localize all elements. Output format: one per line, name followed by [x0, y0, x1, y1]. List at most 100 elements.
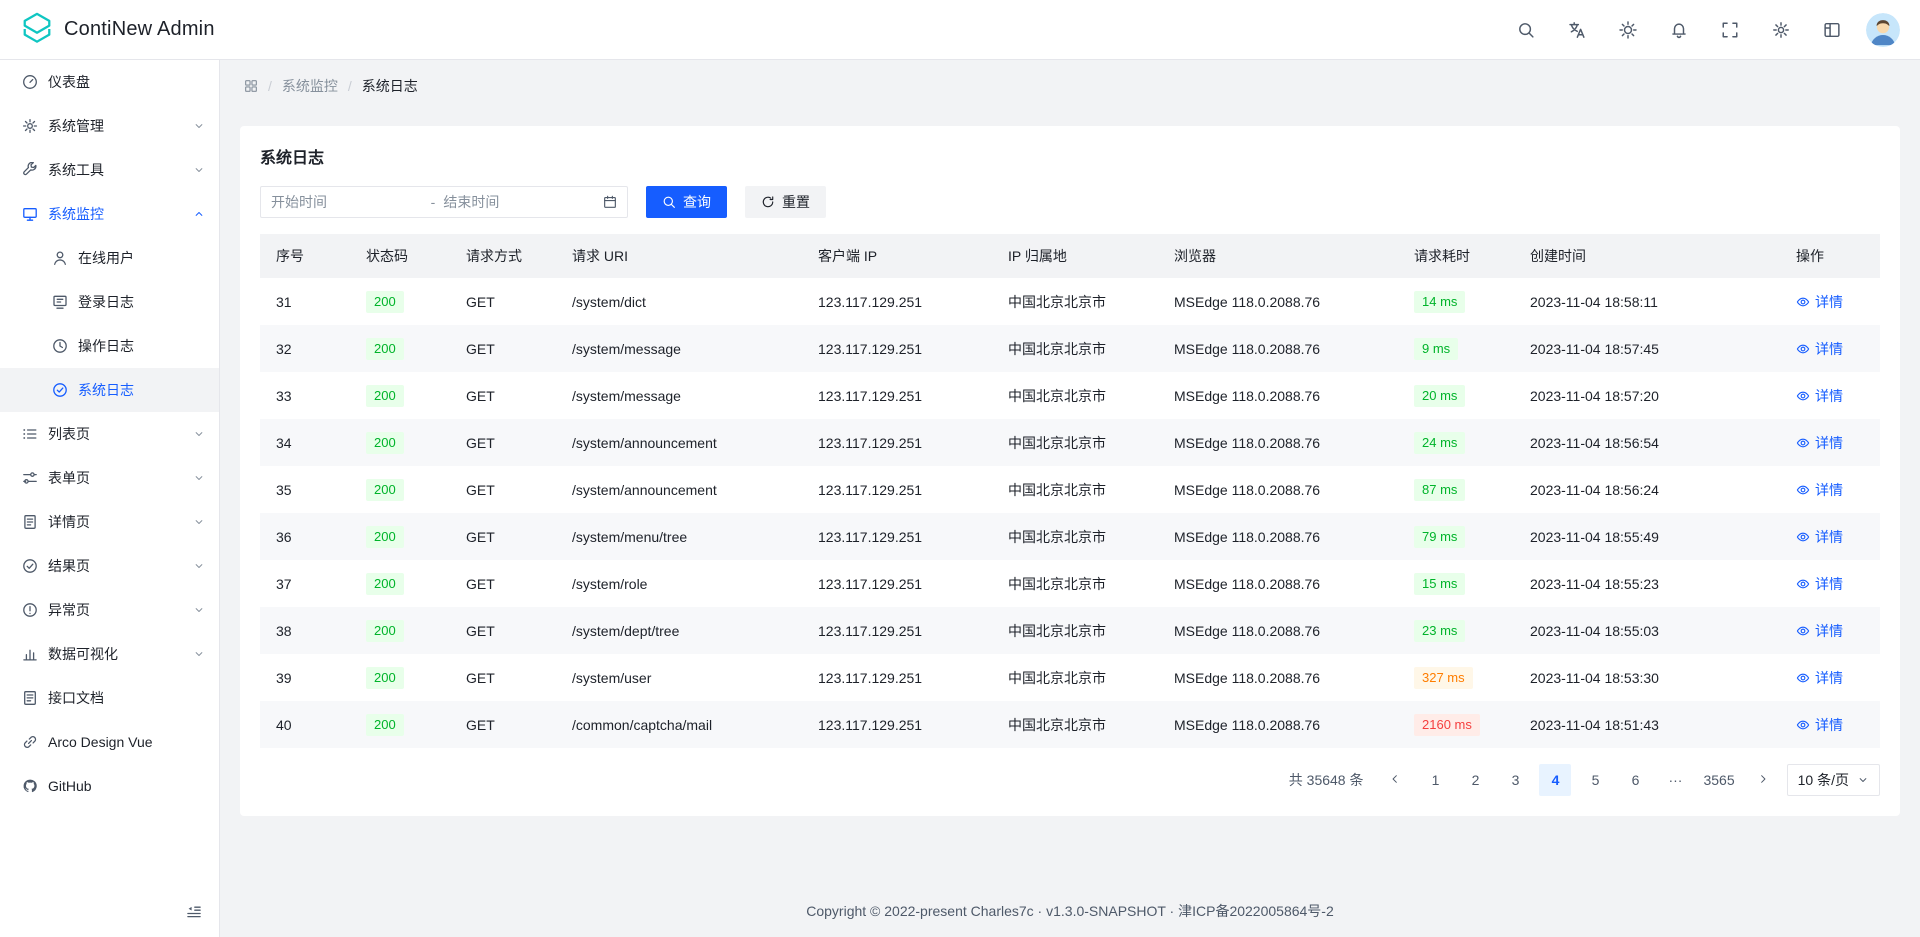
sidebar-item-api-docs[interactable]: 接口文档 [0, 676, 219, 720]
bell-icon[interactable] [1662, 13, 1696, 47]
page-title: 系统日志 [260, 144, 1880, 168]
cell-created: 2023-11-04 18:55:23 [1514, 560, 1780, 607]
sidebar-item-list-pages[interactable]: 列表页 [0, 412, 219, 456]
duration-badge: 14 ms [1414, 291, 1465, 313]
column-header-location: IP 归属地 [992, 234, 1158, 278]
sidebar-item-result-pages[interactable]: 结果页 [0, 544, 219, 588]
user-avatar[interactable] [1866, 13, 1900, 47]
page-button-6[interactable]: 6 [1619, 764, 1651, 796]
sidebar-item-system-monitor[interactable]: 系统监控 [0, 192, 219, 236]
sidebar-item-label: GitHub [48, 778, 205, 794]
status-badge: 200 [366, 291, 404, 313]
prev-page-button[interactable] [1379, 764, 1411, 796]
fullscreen-icon[interactable] [1713, 13, 1747, 47]
sidebar-item-data-visualization[interactable]: 数据可视化 [0, 632, 219, 676]
page-button-3[interactable]: 3 [1499, 764, 1531, 796]
cell-status: 200 [350, 372, 450, 419]
column-header-ip: 客户端 IP [802, 234, 992, 278]
cell-created: 2023-11-04 18:53:30 [1514, 654, 1780, 701]
cell-ip: 123.117.129.251 [802, 701, 992, 748]
breadcrumb-item[interactable]: 系统监控 [282, 76, 338, 96]
brand[interactable]: ContiNew Admin [20, 11, 215, 48]
cell-duration: 327 ms [1398, 654, 1514, 701]
log-row: 31200GET/system/dict123.117.129.251中国北京北… [260, 278, 1880, 325]
detail-link[interactable]: 详情 [1796, 527, 1843, 547]
sidebar-item-system-tools[interactable]: 系统工具 [0, 148, 219, 192]
cell-uri: /system/role [556, 560, 802, 607]
detail-link[interactable]: 详情 [1796, 292, 1843, 312]
cell-created: 2023-11-04 18:58:11 [1514, 278, 1780, 325]
page-button-3565[interactable]: 3565 [1699, 764, 1738, 796]
sidebar-item-login-logs[interactable]: 登录日志 [0, 280, 219, 324]
detail-link[interactable]: 详情 [1796, 386, 1843, 406]
page-button-1[interactable]: 1 [1419, 764, 1451, 796]
sidebar-item-arco-design-vue[interactable]: Arco Design Vue [0, 720, 219, 764]
log-row: 32200GET/system/message123.117.129.251中国… [260, 325, 1880, 372]
audit-icon [52, 382, 68, 398]
login-log-icon [52, 294, 68, 310]
cell-method: GET [450, 560, 556, 607]
sidebar-item-operation-logs[interactable]: 操作日志 [0, 324, 219, 368]
sidebar-item-exception-pages[interactable]: 异常页 [0, 588, 219, 632]
page-size-select[interactable]: 10 条/页 [1787, 764, 1880, 796]
sidebar-item-github[interactable]: GitHub [0, 764, 219, 808]
status-badge: 200 [366, 479, 404, 501]
detail-link[interactable]: 详情 [1796, 339, 1843, 359]
detail-link[interactable]: 详情 [1796, 574, 1843, 594]
cell-id: 35 [260, 466, 350, 513]
sidebar-item-form-pages[interactable]: 表单页 [0, 456, 219, 500]
duration-badge: 9 ms [1414, 338, 1458, 360]
collapse-sidebar-button[interactable] [181, 899, 207, 925]
cell-location: 中国北京北京市 [992, 654, 1158, 701]
gear-icon [22, 118, 38, 134]
wrench-icon [22, 162, 38, 178]
sidebar-item-label: 列表页 [48, 424, 183, 444]
cell-created: 2023-11-04 18:57:45 [1514, 325, 1780, 372]
cell-id: 40 [260, 701, 350, 748]
sidebar-item-online-users[interactable]: 在线用户 [0, 236, 219, 280]
table-header-row: 序号状态码请求方式请求 URI客户端 IPIP 归属地浏览器请求耗时创建时间操作 [260, 234, 1880, 278]
next-page-button[interactable] [1747, 764, 1779, 796]
sidebar-item-dashboard[interactable]: 仪表盘 [0, 60, 219, 104]
doc-icon [22, 690, 38, 706]
translate-icon[interactable] [1560, 13, 1594, 47]
log-row: 33200GET/system/message123.117.129.251中国… [260, 372, 1880, 419]
cell-ip: 123.117.129.251 [802, 466, 992, 513]
layout-icon[interactable] [1815, 13, 1849, 47]
gear-icon[interactable] [1764, 13, 1798, 47]
sidebar-item-detail-pages[interactable]: 详情页 [0, 500, 219, 544]
end-time-input[interactable]: 结束时间 [443, 192, 595, 212]
sidebar-item-label: 操作日志 [78, 336, 205, 356]
cell-location: 中国北京北京市 [992, 419, 1158, 466]
github-icon [22, 778, 38, 794]
sun-icon[interactable] [1611, 13, 1645, 47]
detail-link[interactable]: 详情 [1796, 621, 1843, 641]
detail-link[interactable]: 详情 [1796, 668, 1843, 688]
detail-link[interactable]: 详情 [1796, 433, 1843, 453]
detail-link[interactable]: 详情 [1796, 480, 1843, 500]
cell-uri: /system/menu/tree [556, 513, 802, 560]
query-button[interactable]: 查询 [646, 186, 727, 218]
page-button-4[interactable]: 4 [1539, 764, 1571, 796]
page-button-5[interactable]: 5 [1579, 764, 1611, 796]
detail-link[interactable]: 详情 [1796, 715, 1843, 735]
cell-status: 200 [350, 607, 450, 654]
sidebar-item-system-management[interactable]: 系统管理 [0, 104, 219, 148]
cell-method: GET [450, 466, 556, 513]
sidebar-item-system-logs[interactable]: 系统日志 [0, 368, 219, 412]
start-time-input[interactable]: 开始时间 [271, 192, 423, 212]
cell-method: GET [450, 419, 556, 466]
cell-status: 200 [350, 466, 450, 513]
reset-button[interactable]: 重置 [745, 186, 826, 218]
cell-method: GET [450, 701, 556, 748]
date-range-picker[interactable]: 开始时间 - 结束时间 [260, 186, 628, 218]
apps-grid-icon[interactable] [244, 79, 258, 93]
cell-status: 200 [350, 278, 450, 325]
sidebar: 仪表盘系统管理系统工具系统监控在线用户登录日志操作日志系统日志列表页表单页详情页… [0, 60, 220, 937]
log-row: 35200GET/system/announcement123.117.129.… [260, 466, 1880, 513]
search-icon[interactable] [1509, 13, 1543, 47]
header-actions [1509, 13, 1900, 47]
breadcrumb-item[interactable]: 系统日志 [362, 76, 418, 96]
page-button-2[interactable]: 2 [1459, 764, 1491, 796]
column-header-action: 操作 [1780, 234, 1880, 278]
